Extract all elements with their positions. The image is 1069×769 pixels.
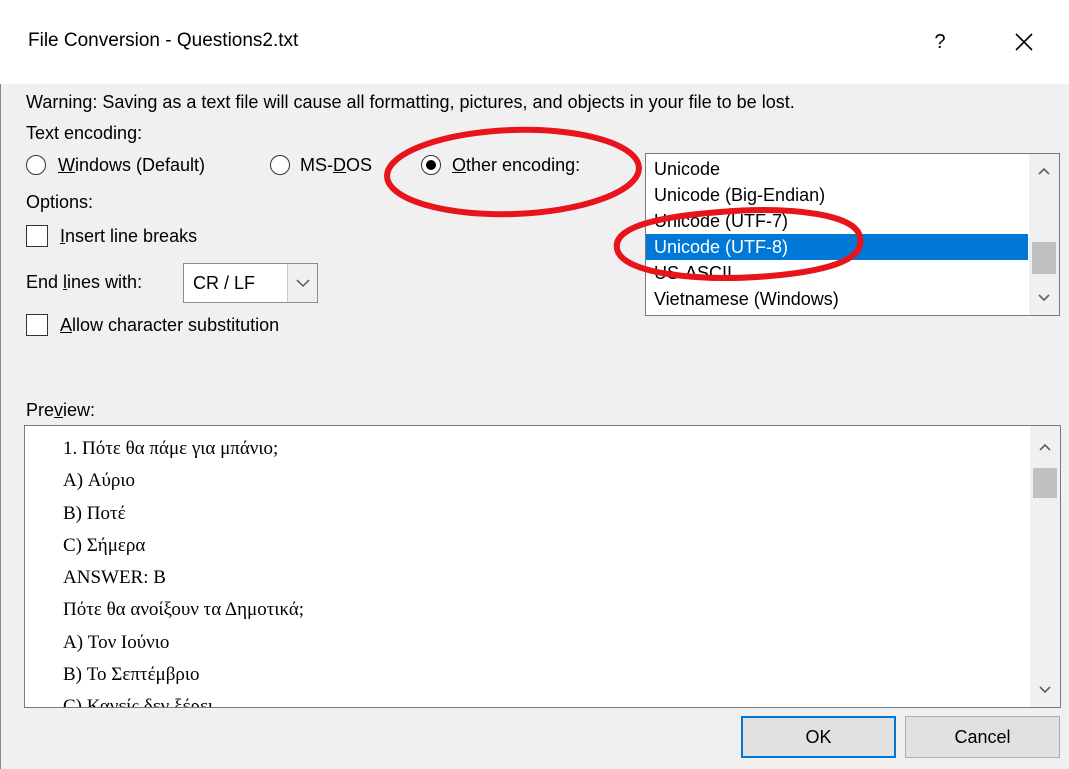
chevron-up-icon (1039, 443, 1051, 451)
chevron-up-icon (1038, 167, 1050, 175)
ok-button[interactable]: OK (741, 716, 896, 758)
encoding-option[interactable]: US-ASCII (646, 260, 1028, 286)
help-icon: ? (934, 30, 946, 53)
close-button[interactable] (1002, 20, 1046, 64)
preview-line: B) Το Σεπτέμβριο (63, 664, 200, 686)
encoding-option[interactable]: Unicode (UTF-7) (646, 208, 1028, 234)
end-lines-label: End lines with: (26, 272, 143, 292)
title-bar: File Conversion - Questions2.txt ? (0, 0, 1069, 84)
encoding-option-selected[interactable]: Unicode (UTF-8) (646, 234, 1028, 260)
preview-label: Preview: (26, 400, 96, 420)
preview-line: A) Αύριο (63, 470, 136, 492)
insert-line-breaks-label[interactable]: Insert line breaks (60, 226, 197, 247)
text-encoding-label: Text encoding: (26, 123, 143, 143)
dialog-title: File Conversion - Questions2.txt (28, 30, 299, 51)
cancel-button[interactable]: Cancel (905, 716, 1060, 758)
radio-selected-dot (425, 159, 436, 170)
scroll-down-button[interactable] (1029, 283, 1059, 313)
options-label: Options: (26, 192, 94, 212)
scroll-thumb[interactable] (1033, 468, 1057, 498)
encoding-scrollbar[interactable] (1029, 154, 1059, 315)
encoding-option[interactable]: Unicode (Big-Endian) (646, 182, 1028, 208)
scroll-up-button[interactable] (1030, 432, 1060, 462)
chevron-down-icon (1038, 294, 1050, 302)
preview-scrollbar[interactable] (1030, 426, 1060, 707)
help-button[interactable]: ? (920, 22, 960, 62)
encoding-option[interactable]: Vietnamese (Windows) (646, 286, 1028, 312)
end-lines-select[interactable]: CR / LF (183, 263, 318, 303)
radio-other-encoding-label[interactable]: Other encoding: (452, 155, 580, 176)
preview-line: Πότε θα ανοίξουν τα Δημοτικά; (63, 599, 305, 621)
end-lines-value: CR / LF (193, 273, 256, 293)
allow-substitution-label[interactable]: Allow character substitution (60, 315, 279, 336)
encoding-listbox[interactable]: Unicode Unicode (Big-Endian) Unicode (UT… (645, 153, 1060, 316)
chevron-down-icon (1039, 686, 1051, 694)
radio-ms-dos[interactable] (270, 155, 290, 175)
scroll-thumb[interactable] (1032, 242, 1056, 274)
scroll-up-button[interactable] (1029, 156, 1059, 186)
close-icon (1015, 33, 1033, 51)
preview-box[interactable]: 1. Πότε θα πάμε για μπάνιο; A) Αύριο B) … (24, 425, 1061, 708)
preview-line: B) Ποτέ (63, 502, 126, 524)
radio-other-encoding[interactable] (421, 155, 441, 175)
preview-line: C) Κανείς δεν ξέρει (63, 696, 213, 708)
scroll-down-button[interactable] (1030, 675, 1060, 705)
chevron-down-icon (295, 279, 310, 288)
radio-windows-default-label[interactable]: Windows (Default) (58, 155, 205, 176)
preview-line: C) Σήμερα (63, 534, 146, 556)
preview-text: 1. Πότε θα πάμε για μπάνιο; A) Αύριο B) … (63, 433, 305, 708)
insert-line-breaks-checkbox[interactable] (26, 225, 48, 247)
warning-text: Warning: Saving as a text file will caus… (26, 92, 795, 112)
radio-ms-dos-label[interactable]: MS-DOS (300, 155, 372, 176)
combo-dropdown-button[interactable] (288, 264, 317, 302)
preview-line: 1. Πότε θα πάμε για μπάνιο; (63, 438, 279, 459)
preview-line: ANSWER: B (63, 567, 166, 589)
radio-windows-default[interactable] (26, 155, 46, 175)
preview-line: A) Τον Ιούνιο (63, 631, 170, 653)
allow-substitution-checkbox[interactable] (26, 314, 48, 336)
encoding-option[interactable]: Unicode (646, 156, 1028, 182)
window-left-edge (0, 84, 1, 769)
